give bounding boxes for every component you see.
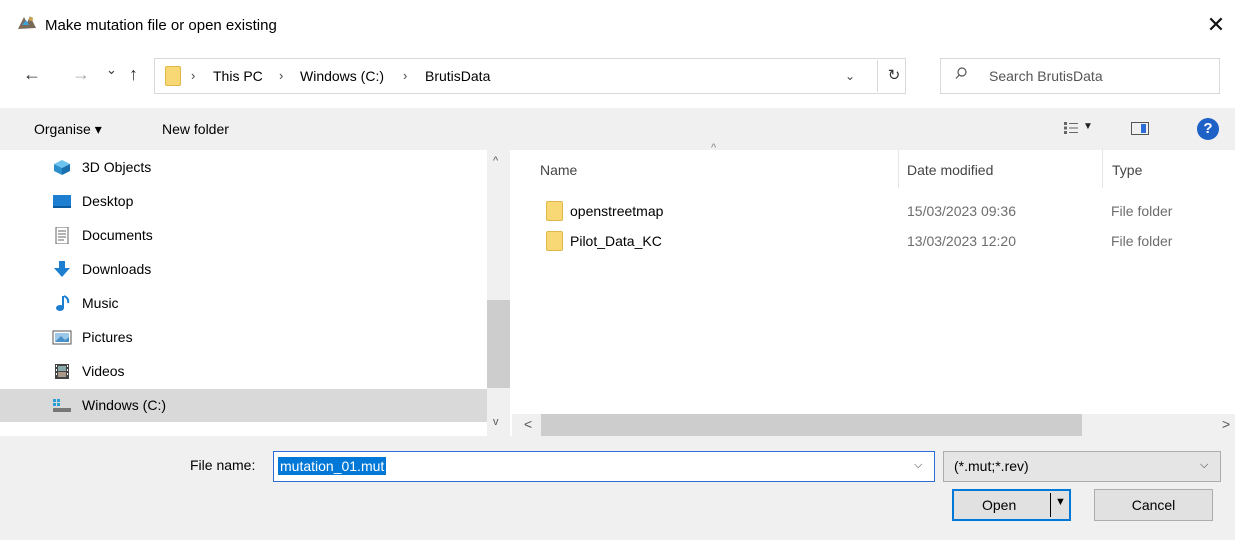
sidebar-item-label: Downloads <box>82 261 152 277</box>
footer-panel: File name: mutation_01.mut ⌵ (*.mut;*.re… <box>0 436 1235 540</box>
cancel-button-label: Cancel <box>1131 497 1176 513</box>
open-button-label: Open <box>982 497 1017 513</box>
document-icon <box>55 227 69 244</box>
file-name: Pilot_Data_KC <box>570 233 662 249</box>
preview-pane-icon[interactable] <box>1131 122 1149 135</box>
folder-icon <box>165 66 181 86</box>
sidebar-item-label: Desktop <box>82 193 134 209</box>
breadcrumb-separator: › <box>403 68 408 83</box>
recent-locations-button[interactable]: ⌄ <box>106 62 117 78</box>
breadcrumb-brutisdata[interactable]: BrutisData <box>425 68 490 84</box>
sidebar-item-desktop[interactable]: Desktop <box>0 185 487 218</box>
open-options-arrow[interactable]: ▼ <box>1055 496 1066 508</box>
videos-icon <box>55 364 69 379</box>
column-header-name[interactable]: Name <box>540 162 577 178</box>
sidebar-item-windows-c[interactable]: Windows (C:) <box>0 389 487 422</box>
scroll-down-arrow[interactable]: v <box>493 416 499 428</box>
new-folder-button[interactable]: New folder <box>162 121 229 137</box>
sidebar-item-documents[interactable]: Documents <box>0 219 487 252</box>
search-placeholder: Search BrutisData <box>989 68 1103 84</box>
app-icon <box>18 16 36 29</box>
pictures-icon <box>52 330 72 345</box>
navigation-pane: 3D Objects Desktop Documents Downloads M… <box>0 150 510 436</box>
split-divider <box>1050 493 1051 517</box>
navigation-scrollbar[interactable]: ^ v <box>487 150 510 436</box>
sidebar-item-label: Windows (C:) <box>82 397 167 413</box>
cancel-button[interactable]: Cancel <box>1094 489 1213 521</box>
refresh-button[interactable]: ↻ <box>877 60 910 92</box>
sidebar-item-label: Documents <box>82 227 153 243</box>
view-dropdown-icon[interactable]: ▼ <box>1083 121 1093 132</box>
open-button[interactable]: Open ▼ <box>952 489 1071 521</box>
sidebar-item-3d-objects[interactable]: 3D Objects <box>0 151 487 184</box>
file-type-select[interactable]: (*.mut;*.rev) ⌵ <box>943 451 1221 482</box>
scroll-up-arrow[interactable]: ^ <box>493 155 498 167</box>
window-title: Make mutation file or open existing <box>45 17 277 34</box>
help-icon[interactable]: ? <box>1197 118 1219 140</box>
sidebar-item-label: Pictures <box>82 329 133 345</box>
close-button[interactable]: ✕ <box>1198 8 1234 42</box>
file-date: 13/03/2023 12:20 <box>907 233 1016 249</box>
sidebar-item-pictures[interactable]: Pictures <box>0 321 487 354</box>
column-header-date[interactable]: Date modified <box>907 162 993 178</box>
breadcrumb-windows-c[interactable]: Windows (C:) <box>300 68 384 84</box>
forward-button[interactable]: → <box>72 64 90 85</box>
file-name-input[interactable]: mutation_01.mut ⌵ <box>273 451 935 482</box>
cube-icon <box>54 160 70 175</box>
title-bar: Make mutation file or open existing ✕ <box>0 0 1235 50</box>
sidebar-item-label: Videos <box>82 363 125 379</box>
sidebar-item-label: Music <box>82 295 119 311</box>
download-icon <box>54 261 70 277</box>
file-row[interactable]: openstreetmap 15/03/2023 09:36 File fold… <box>540 196 1230 226</box>
scroll-right-arrow[interactable]: > <box>1222 416 1230 432</box>
up-button[interactable]: ↑ <box>129 64 138 85</box>
organise-button[interactable]: Organise ▾ <box>34 121 102 138</box>
scroll-left-arrow[interactable]: < <box>524 416 532 432</box>
file-type-value: (*.mut;*.rev) <box>954 458 1029 474</box>
file-type: File folder <box>1111 233 1173 249</box>
file-type-dropdown-icon[interactable]: ⌵ <box>1200 459 1208 472</box>
sidebar-item-downloads[interactable]: Downloads <box>0 253 487 286</box>
file-name-dropdown-icon[interactable]: ⌵ <box>914 459 922 472</box>
file-list-scrollbar[interactable]: < > <box>512 414 1235 436</box>
sidebar-item-music[interactable]: Music <box>0 287 487 320</box>
scrollbar-thumb[interactable] <box>541 414 1082 436</box>
view-options-icon[interactable] <box>1064 122 1078 134</box>
open-file-dialog: Make mutation file or open existing ✕ ← … <box>0 0 1235 540</box>
file-date: 15/03/2023 09:36 <box>907 203 1016 219</box>
breadcrumb-separator: › <box>279 68 284 83</box>
file-type: File folder <box>1111 203 1173 219</box>
sidebar-item-label: 3D Objects <box>82 159 152 175</box>
folder-icon <box>546 201 563 221</box>
file-name-value: mutation_01.mut <box>278 457 387 475</box>
address-dropdown-button[interactable]: ⌄ <box>845 69 855 83</box>
scrollbar-thumb[interactable] <box>487 300 510 388</box>
sidebar-item-partial[interactable] <box>0 423 487 436</box>
column-divider[interactable] <box>1102 150 1103 188</box>
music-icon <box>56 295 70 311</box>
drive-icon <box>53 399 71 412</box>
address-bar[interactable]: › This PC › Windows (C:) › BrutisData ⌄ … <box>154 58 906 94</box>
search-icon <box>955 67 967 79</box>
search-input[interactable]: Search BrutisData <box>940 58 1220 94</box>
sidebar-item-videos[interactable]: Videos <box>0 355 487 388</box>
breadcrumb-separator: › <box>191 68 196 83</box>
sort-ascending-icon: ^ <box>711 142 717 154</box>
folder-icon <box>546 231 563 251</box>
file-row[interactable]: Pilot_Data_KC 13/03/2023 12:20 File fold… <box>540 226 1230 256</box>
file-name: openstreetmap <box>570 203 664 219</box>
file-name-label: File name: <box>190 457 256 473</box>
command-bar: Organise ▾ New folder ▼ ? <box>0 108 1235 150</box>
desktop-icon <box>53 195 71 208</box>
column-header-type[interactable]: Type <box>1112 162 1142 178</box>
back-button[interactable]: ← <box>23 64 41 85</box>
column-divider[interactable] <box>898 150 899 188</box>
breadcrumb-this-pc[interactable]: This PC <box>213 68 263 84</box>
